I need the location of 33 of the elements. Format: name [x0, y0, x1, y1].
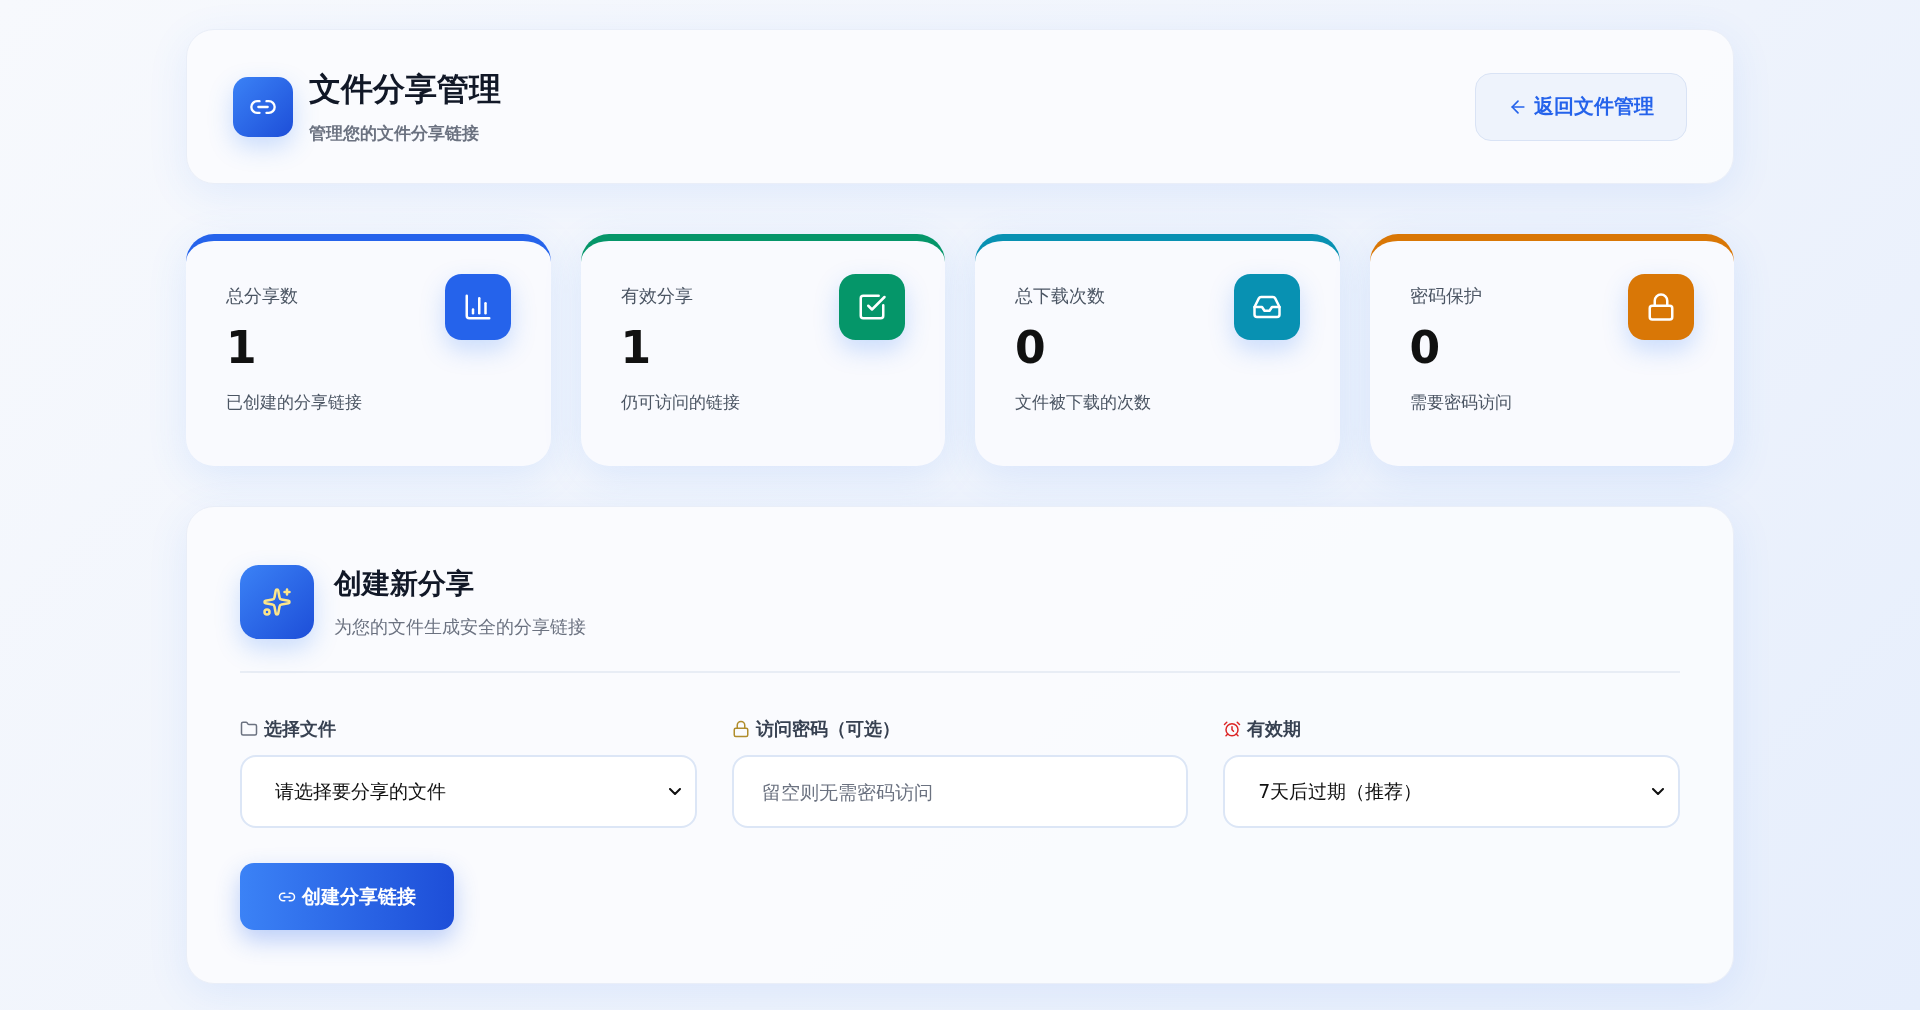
check-icon	[857, 292, 887, 322]
stat-value: 1	[620, 322, 653, 373]
dropdown-field[interactable]: 请选择要分享的文件	[240, 755, 697, 828]
dropdown-field[interactable]: 7天后过期（推荐）	[1223, 755, 1680, 828]
lock-icon	[731, 720, 750, 738]
stat-caption: 已创建的分享链接	[226, 391, 362, 414]
password-field[interactable]: 留空则无需密码访问	[731, 755, 1189, 828]
page-title: 文件分享管理	[309, 69, 501, 110]
stat-label: 密码保护	[1409, 284, 1483, 308]
field-label: 有效期	[1247, 717, 1302, 741]
stat-caption: 文件被下载的次数	[1015, 391, 1151, 414]
stat-value: 0	[1015, 322, 1047, 373]
sparkles-icon	[240, 565, 314, 639]
stat-caption: 需要密码访问	[1409, 391, 1512, 414]
stat-label: 有效分享	[620, 284, 694, 308]
folder-icon	[240, 720, 258, 738]
field-label: 访问密码（可选）	[755, 717, 900, 741]
lock-icon	[1646, 292, 1676, 322]
section-subtitle: 为您的文件生成安全的分享链接	[334, 615, 586, 639]
chevron-icon	[1652, 788, 1664, 795]
field-label: 选择文件	[264, 717, 336, 741]
create-link-button[interactable]: 创建分享链接	[240, 863, 454, 930]
stat-caption: 仍可访问的链接	[620, 391, 740, 414]
stat-value: 1	[226, 322, 258, 373]
alarm-clock-icon	[1223, 720, 1242, 738]
chevron-icon	[668, 788, 681, 795]
link-icon	[233, 76, 293, 137]
section-title: 创建新分享	[334, 566, 475, 602]
stat-label: 总下载次数	[1015, 284, 1106, 308]
back-button[interactable]: 返回文件管理	[1475, 72, 1687, 141]
stat-label: 总分享数	[226, 284, 299, 308]
stat-value: 0	[1409, 322, 1442, 373]
page-subtitle: 管理您的文件分享链接	[309, 122, 480, 145]
